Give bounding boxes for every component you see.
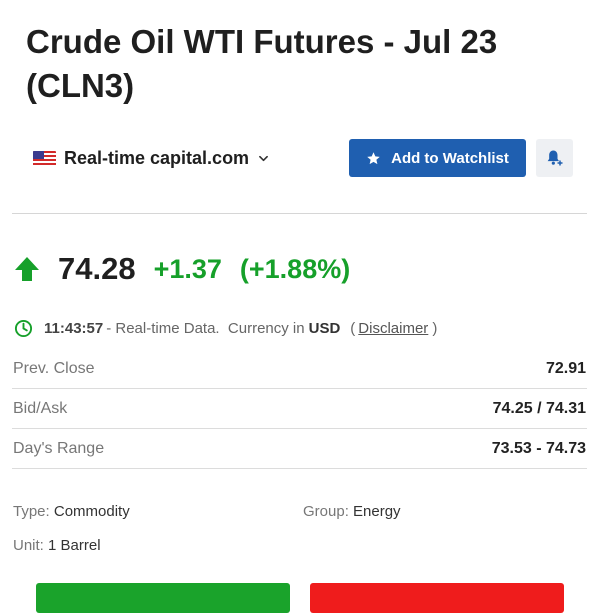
- header-divider: [12, 213, 587, 214]
- add-to-watchlist-label: Add to Watchlist: [391, 149, 509, 167]
- disclaimer-open-paren: (: [350, 319, 356, 337]
- price-change-percent: (+1.88%): [239, 253, 351, 284]
- us-flag-icon: [33, 150, 56, 166]
- stat-row-bid-ask: Bid/Ask 74.25 / 74.31: [12, 389, 587, 429]
- sell-button[interactable]: [310, 583, 564, 613]
- stat-value: 72.91: [545, 359, 586, 377]
- create-alert-button[interactable]: [536, 139, 573, 177]
- last-price: 74.28: [58, 251, 136, 286]
- contract-type-value: Commodity: [53, 503, 130, 520]
- contract-type-label: Type:: [13, 503, 50, 520]
- page-title: Crude Oil WTI Futures - Jul 23 (CLN3): [26, 23, 498, 104]
- data-status-line: 11:43:57 - Real-time Data. Currency in U…: [14, 316, 437, 340]
- stat-value: 73.53 - 74.73: [491, 439, 586, 457]
- buy-button[interactable]: [36, 583, 290, 613]
- contract-unit-label: Unit:: [13, 537, 44, 554]
- last-update-time: 11:43:57: [44, 319, 104, 337]
- contract-group: Group: Energy: [303, 503, 401, 520]
- price-change: +1.37: [153, 253, 222, 284]
- currency-code: USD: [308, 319, 341, 337]
- stat-label: Day's Range: [13, 439, 105, 457]
- stat-row-days-range: Day's Range 73.53 - 74.73: [12, 429, 587, 469]
- contract-group-value: Energy: [353, 503, 401, 520]
- quote-summary: 74.28 +1.37 (+1.88%): [14, 247, 350, 291]
- data-source-selector[interactable]: Real-time capital.com: [33, 144, 268, 172]
- contract-unit-value: 1 Barrel: [48, 537, 101, 554]
- disclaimer-close-paren: ): [432, 319, 438, 337]
- key-statistics: Prev. Close 72.91 Bid/Ask 74.25 / 74.31 …: [12, 349, 587, 469]
- contract-type: Type: Commodity: [13, 503, 130, 520]
- contract-unit: Unit: 1 Barrel: [13, 537, 101, 554]
- stat-value: 74.25 / 74.31: [492, 399, 586, 417]
- stat-row-prev-close: Prev. Close 72.91: [12, 349, 587, 389]
- contract-group-label: Group:: [303, 503, 349, 520]
- add-to-watchlist-button[interactable]: Add to Watchlist: [349, 139, 526, 177]
- arrow-up-icon: [15, 257, 39, 281]
- disclaimer-link[interactable]: Disclaimer: [358, 320, 428, 337]
- bell-plus-icon: [547, 150, 562, 166]
- clock-icon: [14, 319, 33, 337]
- data-source-label: Real-time capital.com: [64, 147, 250, 168]
- stat-label: Bid/Ask: [13, 399, 68, 417]
- star-icon: [367, 151, 380, 164]
- stat-label: Prev. Close: [13, 359, 95, 377]
- chevron-down-icon: [259, 155, 268, 161]
- status-text: - Real-time Data. Currency in: [106, 319, 305, 337]
